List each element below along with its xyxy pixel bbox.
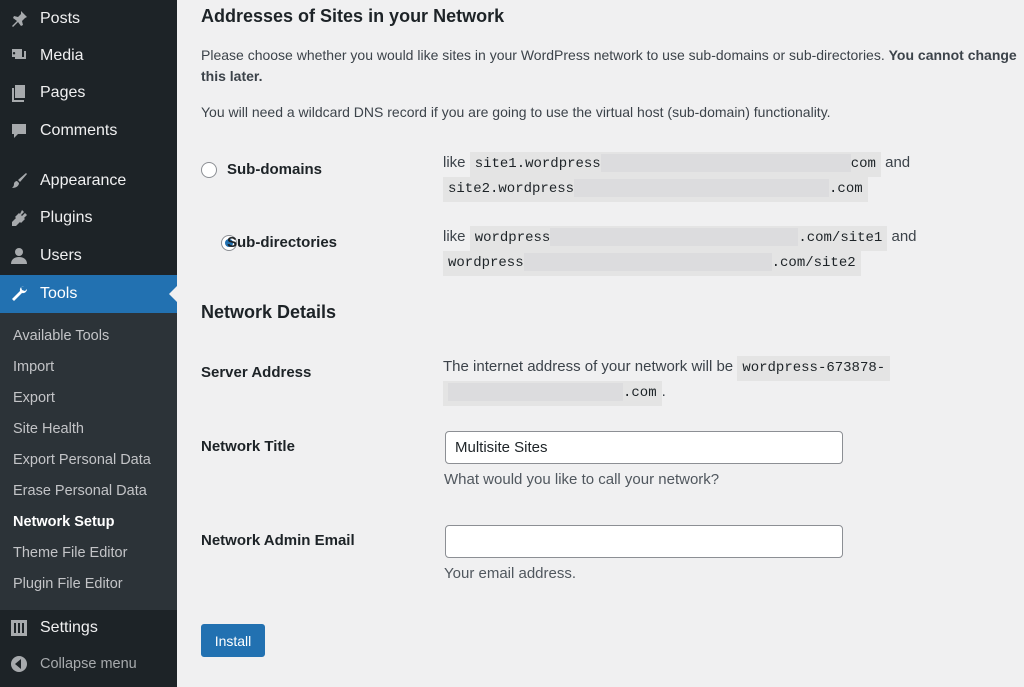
pages-icon — [8, 82, 30, 104]
wrench-icon — [8, 283, 30, 305]
admin-email-help: Your email address. — [444, 565, 577, 582]
paintbrush-icon — [8, 170, 30, 192]
network-title-help: What would you like to call your network… — [444, 471, 720, 488]
menu-label-media: Media — [40, 47, 84, 64]
subdomains-example: like site1.wordpress com and site2.wordpr… — [443, 152, 943, 202]
menu-item-media[interactable]: Media — [0, 37, 177, 75]
redacted-domain — [523, 253, 772, 272]
subdomains-radio[interactable] — [201, 162, 217, 178]
subdomains-like: like — [443, 154, 466, 171]
network-title-label: Network Title — [201, 438, 295, 455]
plug-icon — [8, 207, 30, 229]
menu-item-posts[interactable]: Posts — [0, 0, 177, 38]
sliders-icon — [8, 617, 30, 639]
collapse-icon — [8, 653, 30, 675]
intro-text: Please choose whether you would like sit… — [201, 47, 885, 63]
intro-paragraph: Please choose whether you would like sit… — [201, 45, 1021, 87]
menu-label-settings: Settings — [40, 619, 98, 636]
submenu-export[interactable]: Export — [13, 390, 55, 406]
subdirectories-example: like wordpress .com/site1 and wordpress .c… — [443, 226, 943, 276]
dns-paragraph: You will need a wildcard DNS record if y… — [201, 104, 831, 120]
subdomains-code-1-end: com — [850, 156, 876, 172]
server-address-period: . — [661, 383, 666, 400]
subdirectories-code-2-start: wordpress — [448, 255, 524, 271]
subdirectories-code-1-start: wordpress — [474, 230, 551, 246]
submenu-erase-personal-data[interactable]: Erase Personal Data — [13, 483, 147, 499]
network-details-heading: Network Details — [201, 302, 337, 322]
subdomains-and: and — [885, 154, 911, 171]
menu-label-appearance: Appearance — [40, 172, 127, 189]
submenu-available-tools[interactable]: Available Tools — [13, 328, 109, 344]
subdomains-code-2: site2.wordpress .com — [443, 177, 868, 202]
redacted-domain — [574, 179, 830, 198]
subdirectories-code-1-end: .com/site1 — [798, 230, 883, 246]
network-setup-content: Addresses of Sites in your Network Pleas… — [177, 0, 1024, 687]
menu-label-comments: Comments — [40, 122, 118, 139]
pushpin-icon — [8, 8, 30, 30]
submenu-plugin-file-editor[interactable]: Plugin File Editor — [13, 576, 123, 592]
server-address-text: The internet address of your network wil… — [443, 358, 734, 375]
menu-label-plugins: Plugins — [40, 209, 93, 226]
addresses-heading: Addresses of Sites in your Network — [201, 6, 505, 26]
server-address-code-start: wordpress-673878- — [737, 356, 891, 381]
menu-item-users[interactable]: Users — [0, 237, 177, 275]
install-button[interactable]: Install — [201, 624, 265, 657]
media-icon — [8, 45, 30, 67]
menu-item-plugins[interactable]: Plugins — [0, 199, 177, 237]
server-address-label: Server Address — [201, 364, 312, 381]
tools-submenu: Available Tools Import Export Site Healt… — [0, 313, 177, 610]
menu-label-posts: Posts — [40, 10, 81, 27]
submenu-import[interactable]: Import — [13, 359, 54, 375]
menu-item-comments[interactable]: Comments — [0, 112, 177, 150]
submenu-export-personal-data[interactable]: Export Personal Data — [13, 452, 151, 468]
comment-icon — [8, 120, 30, 142]
subdirectories-code-2: wordpress .com/site2 — [443, 251, 861, 276]
network-title-input[interactable] — [445, 431, 843, 464]
redacted-domain — [600, 154, 851, 173]
subdirectories-code-2-end: .com/site2 — [771, 255, 856, 271]
subdomains-code-1: site1.wordpress com — [469, 152, 881, 177]
subdirectories-and: and — [891, 228, 917, 245]
submenu-site-health[interactable]: Site Health — [13, 421, 84, 437]
submenu-network-setup[interactable]: Network Setup — [13, 514, 115, 530]
subdomains-code-2-end: .com — [829, 181, 863, 197]
collapse-menu-label: Collapse menu — [40, 656, 137, 672]
admin-email-label: Network Admin Email — [201, 532, 355, 549]
subdirectories-like: like — [443, 228, 466, 245]
server-address-value: The internet address of your network wil… — [443, 356, 943, 406]
menu-item-settings[interactable]: Settings — [0, 609, 177, 647]
subdomains-label[interactable]: Sub-domains — [227, 161, 322, 178]
subdirectories-label[interactable]: Sub-directories — [227, 234, 337, 251]
redacted-domain — [448, 383, 623, 402]
server-address-code-rest: .com — [443, 381, 662, 406]
subdomains-code-2-start: site2.wordpress — [448, 181, 575, 197]
menu-item-appearance[interactable]: Appearance — [0, 162, 177, 200]
menu-item-pages[interactable]: Pages — [0, 74, 177, 112]
collapse-menu-button[interactable]: Collapse menu — [0, 645, 177, 683]
user-icon — [8, 245, 30, 267]
subdirectories-code-1: wordpress .com/site1 — [469, 226, 888, 251]
subdomains-code-1-start: site1.wordpress — [474, 156, 601, 172]
admin-sidebar: Posts Media Pages Comments Appearance Pl… — [0, 0, 177, 687]
server-address-code-end: .com — [623, 385, 657, 401]
menu-label-users: Users — [40, 247, 82, 264]
redacted-domain — [550, 228, 799, 247]
active-menu-arrow — [169, 286, 177, 302]
menu-label-tools: Tools — [40, 285, 78, 302]
menu-item-tools[interactable]: Tools — [0, 275, 177, 313]
menu-label-pages: Pages — [40, 84, 86, 101]
admin-email-input[interactable] — [445, 525, 843, 558]
submenu-theme-file-editor[interactable]: Theme File Editor — [13, 545, 127, 561]
